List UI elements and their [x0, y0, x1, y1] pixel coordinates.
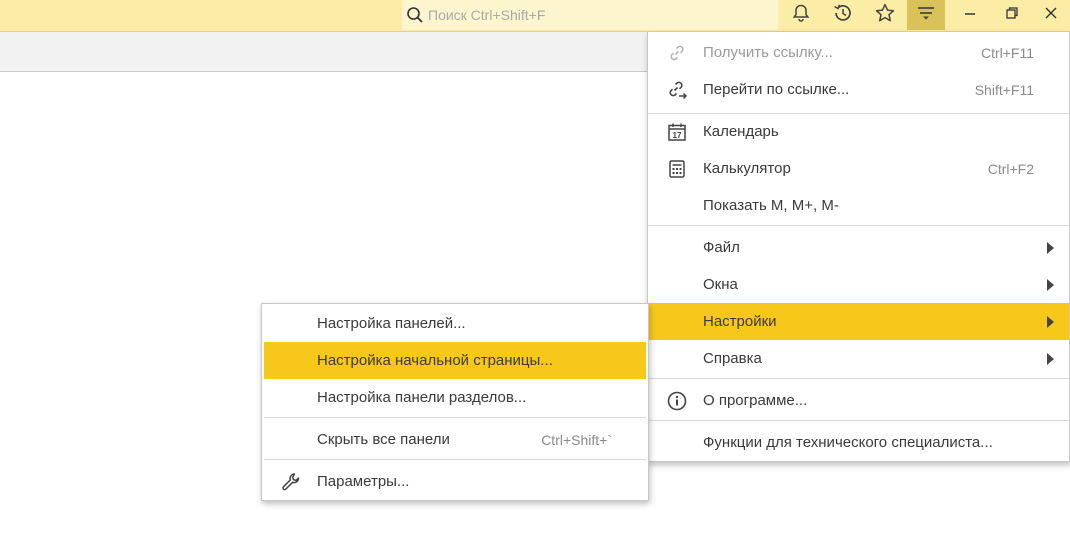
- menu-item-label: Перейти по ссылке...: [703, 81, 850, 98]
- menu-item-shortcut: Ctrl+F11: [980, 44, 1034, 61]
- menu-item-settings[interactable]: Настройки: [648, 303, 1069, 340]
- menu-item-help[interactable]: Справка: [648, 340, 1069, 377]
- menu-item-label: Скрыть все панели: [317, 431, 450, 448]
- menu-item-label: О программе...: [703, 392, 808, 409]
- menu-item-label: Файл: [703, 239, 740, 256]
- search-icon: [402, 0, 428, 30]
- minimize-button[interactable]: [949, 0, 991, 30]
- menu-item-get-link[interactable]: Получить ссылку... Ctrl+F11: [648, 34, 1069, 71]
- menu-item-go-to-link[interactable]: Перейти по ссылке... Shift+F11: [648, 71, 1069, 108]
- menu-item-label: Окна: [703, 276, 738, 293]
- settings-submenu: Настройка панелей... Настройка начальной…: [261, 303, 649, 501]
- chevron-right-icon: [1047, 352, 1054, 365]
- menu-item-label: Справка: [703, 350, 762, 367]
- star-icon: [874, 2, 896, 29]
- chevron-right-icon: [1047, 315, 1054, 328]
- menu-item-shortcut: Shift+F11: [974, 81, 1034, 98]
- menu-item-shortcut: Ctrl+F2: [987, 160, 1034, 177]
- menu-item-label: Настройки: [703, 313, 777, 330]
- menu-separator: [648, 225, 1069, 226]
- bell-icon: [791, 3, 811, 28]
- menu-item-windows[interactable]: Окна: [648, 266, 1069, 303]
- restore-icon: [1005, 6, 1019, 25]
- menu-item-file[interactable]: Файл: [648, 229, 1069, 266]
- info-icon: [666, 390, 688, 412]
- menu-item-about[interactable]: О программе...: [648, 382, 1069, 419]
- close-icon: [1044, 6, 1058, 25]
- close-button[interactable]: [1032, 0, 1070, 30]
- menu-item-shortcut: Ctrl+Shift+`: [541, 431, 612, 448]
- notifications-button[interactable]: [780, 0, 822, 30]
- main-menu-button[interactable]: [907, 0, 945, 30]
- calendar-icon: 17: [666, 121, 688, 143]
- go-link-icon: [666, 79, 688, 101]
- menu-separator: [648, 378, 1069, 379]
- link-icon: [666, 42, 688, 64]
- search-box[interactable]: [402, 0, 778, 30]
- calculator-icon: [666, 158, 688, 180]
- menu-item-show-memory[interactable]: Показать M, M+, M-: [648, 187, 1069, 224]
- menu-item-label: Настройка панели разделов...: [317, 389, 527, 406]
- menu-item-calendar[interactable]: 17 Календарь: [648, 113, 1069, 150]
- chevron-right-icon: [1047, 278, 1054, 291]
- menu-separator: [264, 417, 646, 418]
- menu-icon: [916, 3, 936, 28]
- menu-item-label: Калькулятор: [703, 160, 791, 177]
- section-panel: [0, 32, 648, 72]
- submenu-item-panel-settings[interactable]: Настройка панелей...: [262, 305, 648, 342]
- favorites-button[interactable]: [864, 0, 906, 30]
- menu-item-calculator[interactable]: Калькулятор Ctrl+F2: [648, 150, 1069, 187]
- main-menu: Получить ссылку... Ctrl+F11 Перейти по с…: [647, 32, 1070, 462]
- menu-item-label: Показать M, M+, M-: [703, 197, 839, 214]
- menu-item-label: Получить ссылку...: [703, 44, 833, 61]
- calendar-icon-day: 17: [673, 131, 682, 140]
- menu-item-label: Параметры...: [317, 473, 410, 490]
- submenu-item-parameters[interactable]: Параметры...: [262, 463, 648, 500]
- menu-item-label: Настройка панелей...: [317, 315, 466, 332]
- chevron-right-icon: [1047, 241, 1054, 254]
- menu-item-label: Настройка начальной страницы...: [317, 352, 553, 369]
- wrench-icon: [280, 471, 302, 493]
- submenu-item-home-page-settings[interactable]: Настройка начальной страницы...: [264, 342, 646, 379]
- submenu-item-sections-panel-settings[interactable]: Настройка панели разделов...: [262, 379, 648, 416]
- title-bar: [0, 0, 1070, 32]
- menu-item-label: Функции для технического специалиста...: [703, 434, 993, 451]
- restore-button[interactable]: [991, 0, 1033, 30]
- menu-separator: [648, 420, 1069, 421]
- menu-item-label: Календарь: [703, 123, 779, 140]
- minimize-icon: [963, 6, 977, 25]
- menu-item-tech-functions[interactable]: Функции для технического специалиста...: [648, 424, 1069, 461]
- menu-separator: [264, 459, 646, 460]
- history-button[interactable]: [822, 0, 864, 30]
- search-input[interactable]: [428, 7, 748, 23]
- submenu-item-hide-all-panels[interactable]: Скрыть все панели Ctrl+Shift+`: [262, 421, 648, 458]
- history-icon: [832, 2, 854, 29]
